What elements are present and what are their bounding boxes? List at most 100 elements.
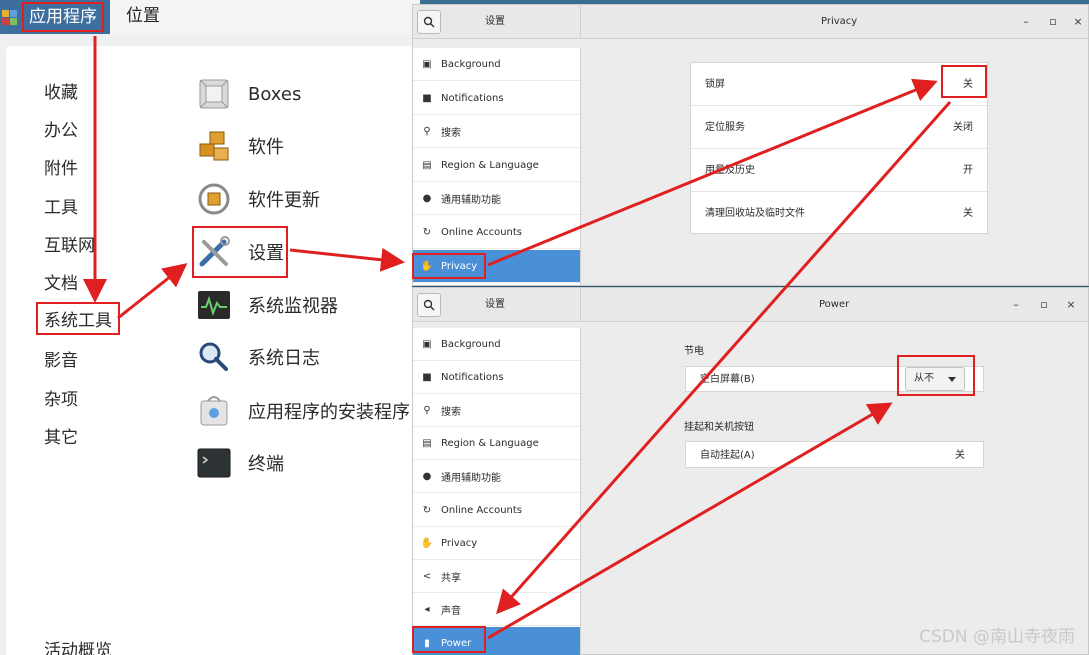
sidebar-item-label: 共享 xyxy=(441,572,461,584)
category-sound-video[interactable]: 影音 xyxy=(44,346,78,371)
annotation-box-power xyxy=(412,626,486,653)
sidebar-item-region-language[interactable]: ▤ Region & Language xyxy=(413,427,580,460)
privacy-settings-window: 设置 Privacy – ▫ × ▣ Background ■ Notificati… xyxy=(412,4,1089,286)
blank-screen-label: 空白屏幕(B) xyxy=(700,374,755,385)
titlebar: 设置 Power – ▫ × xyxy=(413,288,1088,322)
app-terminal[interactable]: 终端 xyxy=(196,441,284,485)
minimize-button[interactable]: – xyxy=(1009,288,1023,322)
close-button[interactable]: × xyxy=(1064,288,1078,322)
sidebar-item-label: Region & Language xyxy=(441,159,539,171)
category-office[interactable]: 办公 xyxy=(44,116,78,141)
sidebar-item-sharing[interactable]: < 共享 xyxy=(413,560,580,593)
accessibility-icon: ● xyxy=(422,192,432,204)
search-icon xyxy=(423,16,435,28)
software-icon xyxy=(199,131,229,161)
sidebar-item-label: Background xyxy=(441,58,501,70)
category-system-tools[interactable]: 系统工具 xyxy=(36,302,120,335)
app-label: Boxes xyxy=(248,83,302,105)
speaker-icon: ◂ xyxy=(424,603,430,615)
sidebar-item-accessibility[interactable]: ● 通用辅助功能 xyxy=(413,182,580,215)
app-label: 软件 xyxy=(248,137,284,158)
power-saving-heading: 节电 xyxy=(684,346,704,357)
sidebar-item-label: 通用辅助功能 xyxy=(441,194,501,206)
sidebar-item-notifications[interactable]: ■ Notifications xyxy=(413,82,580,115)
auto-suspend-row[interactable]: 自动挂起(A) 关 xyxy=(685,441,984,468)
row-label: 锁屏 xyxy=(705,79,725,90)
sidebar-item-label: Privacy xyxy=(441,537,478,549)
auto-suspend-label: 自动挂起(A) xyxy=(700,450,755,461)
sidebar-item-notifications[interactable]: ■ Notifications xyxy=(413,361,580,394)
sidebar-item-privacy[interactable]: ✋ Privacy xyxy=(413,527,580,560)
settings-sidebar: ▣ Background ■ Notifications ⚲ 搜索 ▤ Region &… xyxy=(413,48,581,285)
sidebar-item-background[interactable]: ▣ Background xyxy=(413,48,580,81)
sidebar-item-region-language[interactable]: ▤ Region & Language xyxy=(413,149,580,182)
app-system-log[interactable]: 系统日志 xyxy=(196,335,320,379)
window-title: Privacy xyxy=(821,16,858,27)
applications-menu[interactable]: 应用程序 xyxy=(22,2,104,32)
annotation-box-blank-screen xyxy=(897,355,975,396)
search-button[interactable] xyxy=(417,293,441,317)
sidebar-item-label: 声音 xyxy=(441,605,461,617)
privacy-row-purge-trash[interactable]: 清理回收站及临时文件 关 xyxy=(691,192,987,235)
app-installer[interactable]: 应用程序的安装程序 xyxy=(196,389,410,433)
privacy-hand-icon: ✋ xyxy=(420,537,434,549)
places-menu[interactable]: 位置 xyxy=(110,0,420,34)
terminal-icon xyxy=(197,448,231,478)
sidebar-item-label: 通用辅助功能 xyxy=(441,472,501,484)
settings-title: 设置 xyxy=(485,299,505,310)
background-icon: ▣ xyxy=(422,338,432,350)
category-documents[interactable]: 文档 xyxy=(44,269,78,294)
titlebar: 设置 Privacy – ▫ × xyxy=(413,5,1088,39)
category-utilities[interactable]: 工具 xyxy=(44,193,78,218)
sidebar-item-search[interactable]: ⚲ 搜索 xyxy=(413,115,580,148)
close-button[interactable]: × xyxy=(1071,5,1085,39)
row-label: 清理回收站及临时文件 xyxy=(705,208,805,219)
sidebar-item-online-accounts[interactable]: ↻ Online Accounts xyxy=(413,494,580,527)
sidebar-item-label: Notifications xyxy=(441,92,504,104)
region-icon: ▤ xyxy=(422,437,432,449)
settings-highlight-box xyxy=(192,226,288,278)
activities-overview[interactable]: 活动概览 xyxy=(44,636,112,655)
maximize-button[interactable]: ▫ xyxy=(1037,288,1051,322)
sidebar-item-sound[interactable]: ◂ 声音 xyxy=(413,593,580,626)
accessibility-icon: ● xyxy=(422,470,432,482)
app-software[interactable]: 软件 xyxy=(196,124,284,168)
settings-sidebar: ▣ Background ■ Notifications ⚲ 搜索 ▤ Region &… xyxy=(413,328,581,655)
sidebar-item-background[interactable]: ▣ Background xyxy=(413,328,580,361)
sidebar-item-search[interactable]: ⚲ 搜索 xyxy=(413,394,580,427)
settings-title: 设置 xyxy=(485,16,505,27)
sidebar-item-accessibility[interactable]: ● 通用辅助功能 xyxy=(413,460,580,493)
top-bar: 应用程序 位置 xyxy=(0,0,420,34)
app-label: 终端 xyxy=(248,454,284,475)
system-log-icon xyxy=(199,342,228,371)
sidebar-item-label: 搜索 xyxy=(441,406,461,418)
auto-suspend-value: 关 xyxy=(955,450,965,461)
maximize-button[interactable]: ▫ xyxy=(1046,5,1060,39)
app-label: 系统监视器 xyxy=(248,296,338,317)
row-label: 用量及历史 xyxy=(705,165,755,176)
sidebar-item-label: Online Accounts xyxy=(441,226,523,238)
privacy-row-usage-history[interactable]: 用量及历史 开 xyxy=(691,149,987,192)
sidebar-item-label: Region & Language xyxy=(441,437,539,449)
search-button[interactable] xyxy=(417,10,441,34)
installer-icon xyxy=(200,396,228,426)
minimize-button[interactable]: – xyxy=(1019,5,1033,39)
share-icon: < xyxy=(422,570,432,582)
app-boxes[interactable]: Boxes xyxy=(196,72,301,116)
online-accounts-icon: ↻ xyxy=(422,504,432,516)
app-label: 软件更新 xyxy=(248,190,320,211)
app-software-update[interactable]: 软件更新 xyxy=(196,177,320,221)
category-sundry[interactable]: 杂项 xyxy=(44,385,78,410)
sidebar-item-online-accounts[interactable]: ↻ Online Accounts xyxy=(413,216,580,249)
titlebar-left: 设置 xyxy=(413,288,581,322)
category-favorites[interactable]: 收藏 xyxy=(44,78,78,103)
app-system-monitor[interactable]: 系统监视器 xyxy=(196,283,338,327)
online-accounts-icon: ↻ xyxy=(422,226,432,238)
category-other[interactable]: 其它 xyxy=(44,423,78,448)
region-icon: ▤ xyxy=(422,159,432,171)
boxes-icon xyxy=(199,79,229,109)
suspend-power-button-heading: 挂起和关机按钮 xyxy=(684,422,754,433)
category-accessories[interactable]: 附件 xyxy=(44,154,78,179)
privacy-row-location[interactable]: 定位服务 关闭 xyxy=(691,106,987,149)
category-internet[interactable]: 互联网 xyxy=(44,231,95,256)
